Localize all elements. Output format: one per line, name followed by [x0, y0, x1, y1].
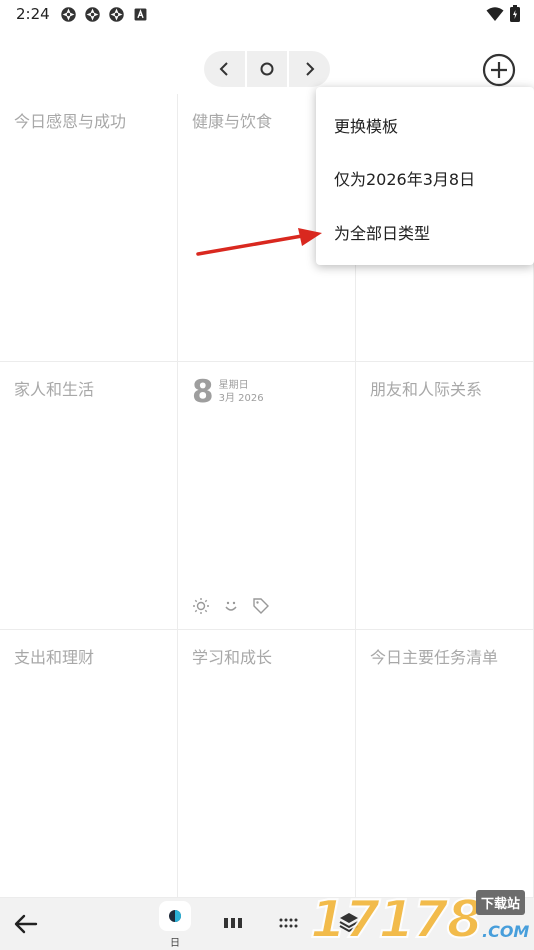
date-display: 8 星期日 3月 2026 — [192, 376, 264, 408]
day-icon — [169, 910, 181, 922]
grid-cell-learning[interactable]: 学习和成长 — [178, 630, 356, 898]
chevron-left-icon — [219, 62, 229, 76]
grid-cell-finance[interactable]: 支出和理财 — [0, 630, 178, 898]
menu-item-only-this-date[interactable]: 仅为2026年3月8日 — [334, 166, 475, 190]
status-system-icons — [486, 5, 520, 22]
tab-week[interactable] — [222, 912, 244, 934]
aperture-icon — [61, 7, 76, 22]
sun-icon[interactable] — [192, 597, 210, 615]
wifi-icon — [486, 6, 504, 21]
grid-cell-center-date[interactable]: 8 星期日 3月 2026 — [178, 362, 356, 630]
back-button[interactable] — [12, 910, 40, 938]
grid-cell-friends[interactable]: 朋友和人际关系 — [356, 362, 534, 630]
cell-title: 健康与饮食 — [192, 112, 273, 131]
cell-title: 支出和理财 — [14, 648, 95, 667]
cell-title: 今日感恩与成功 — [14, 112, 127, 131]
menu-item-change-template[interactable]: 更换模板 — [334, 113, 398, 137]
tab-day[interactable] — [159, 901, 191, 931]
plus-circle-icon — [482, 53, 516, 87]
font-a-icon — [134, 8, 147, 21]
grid-cell-gratitude[interactable]: 今日感恩与成功 — [0, 94, 178, 362]
smiley-icon[interactable] — [222, 597, 240, 615]
month-year-label: 3月 2026 — [218, 393, 264, 404]
weekday-label: 星期日 — [218, 380, 249, 391]
site-watermark: 17178 下载站 .COM — [309, 884, 534, 950]
tab-month[interactable] — [278, 912, 300, 934]
chevron-right-icon — [305, 62, 315, 76]
grid-cell-family[interactable]: 家人和生活 — [0, 362, 178, 630]
aperture-icon — [85, 7, 100, 22]
status-bar: 2:24 — [0, 0, 534, 30]
grid-cell-tasks[interactable]: 今日主要任务清单 — [356, 630, 534, 898]
annotation-arrow-icon — [196, 228, 322, 256]
status-notification-icons — [60, 6, 149, 23]
cell-title: 朋友和人际关系 — [370, 380, 483, 399]
add-button[interactable] — [481, 52, 517, 88]
today-button[interactable] — [244, 51, 288, 87]
tag-icon[interactable] — [252, 597, 270, 615]
day-attribute-icons — [192, 597, 270, 615]
circle-icon — [260, 62, 274, 76]
date-meta: 星期日 3月 2026 — [219, 379, 264, 405]
watermark-badge: 下载站 — [476, 890, 526, 915]
aperture-icon — [109, 7, 124, 22]
tab-day-label: 日 — [170, 938, 180, 949]
previous-day-button[interactable] — [204, 51, 245, 87]
cell-title: 学习和成长 — [192, 648, 273, 667]
template-options-menu: 更换模板 仅为2026年3月8日 为全部日类型 — [316, 87, 534, 265]
week-icon — [224, 918, 242, 928]
battery-icon — [510, 5, 520, 22]
arrow-left-icon — [14, 914, 38, 934]
day-number: 8 — [192, 374, 214, 410]
status-time: 2:24 — [16, 5, 50, 23]
month-icon — [279, 918, 298, 928]
next-day-button[interactable] — [287, 51, 330, 87]
menu-item-all-day-types[interactable]: 为全部日类型 — [334, 220, 430, 244]
cell-title: 家人和生活 — [14, 380, 95, 399]
watermark-suffix: .COM — [482, 922, 530, 941]
cell-title: 今日主要任务清单 — [370, 648, 499, 667]
watermark-digits: 17178 — [309, 889, 484, 950]
date-navigation — [204, 51, 330, 87]
